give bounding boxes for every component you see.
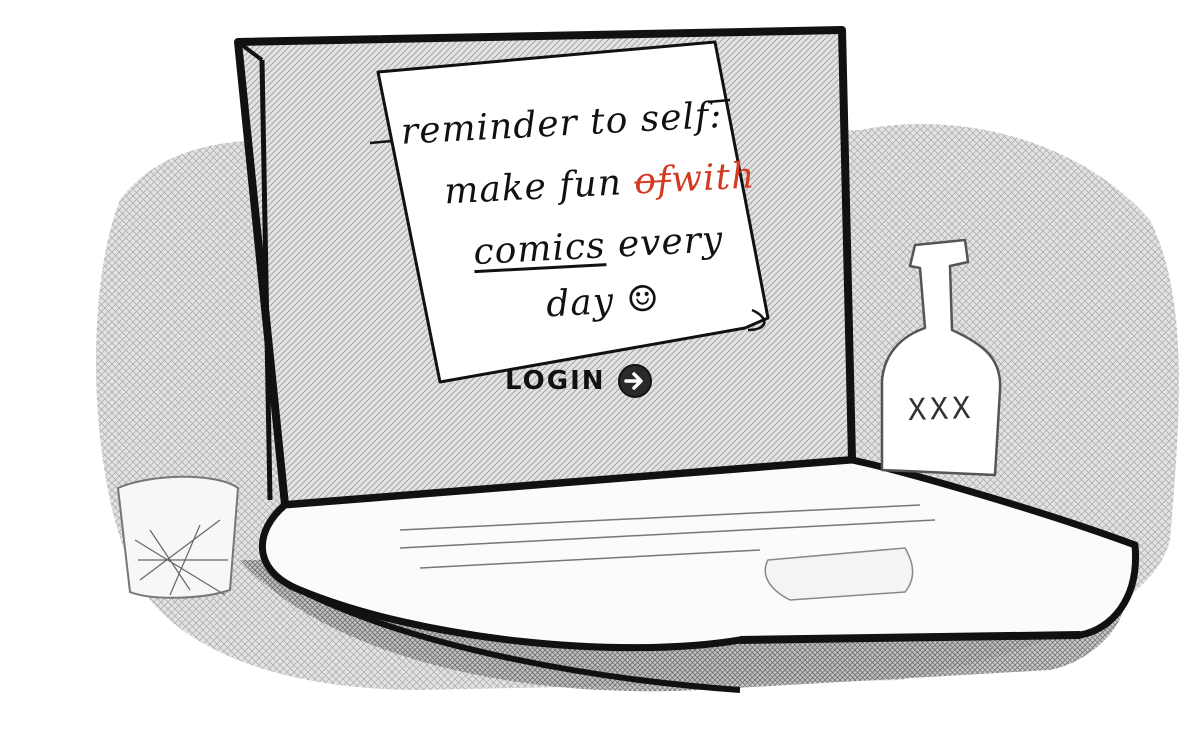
arrow-right-circle-icon (617, 364, 652, 398)
underlined-word: comics (472, 225, 607, 274)
note-line-4: day ☺ (545, 278, 661, 325)
struck-word: of (633, 159, 673, 203)
note-text: reminder to self: make fun ofwith comics… (375, 35, 771, 374)
note-line-3: comics every (472, 219, 724, 273)
note-line-2: make fun ofwith (443, 155, 756, 212)
glass (116, 475, 240, 599)
note-line-1: reminder to self: (400, 94, 724, 153)
login-label: LOGIN (505, 366, 606, 396)
note-line-4-word: day (545, 280, 616, 326)
correction-word: with (670, 155, 757, 201)
note-line-2-prefix: make fun (443, 161, 636, 213)
login-button[interactable]: LOGIN (505, 362, 654, 400)
bottle-label: XXX (907, 390, 975, 429)
smiley-icon: ☺ (625, 278, 661, 322)
note-line-3-suffix: every (604, 219, 725, 267)
